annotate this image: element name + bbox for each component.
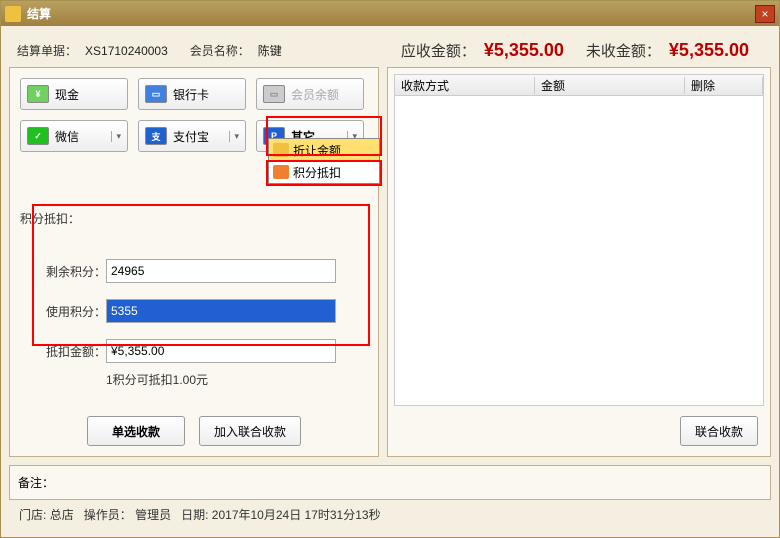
- pay-alipay-button[interactable]: 支支付宝 ▾: [138, 120, 246, 152]
- status-bar: 门店: 总店 操作员： 管理员 日期: 2017年10月24日 17时31分13…: [9, 500, 771, 529]
- other-dropdown: 折让金额 积分抵扣: [268, 138, 380, 184]
- use-points-label: 使用积分：: [34, 303, 106, 320]
- deduct-amount-input[interactable]: [106, 339, 336, 363]
- store-label: 门店:: [19, 508, 46, 522]
- unpaid-label: 未收金额：: [586, 40, 661, 61]
- window-title: 结算: [27, 5, 755, 22]
- operator-value: 管理员: [135, 508, 171, 522]
- pay-wechat-label: 微信: [55, 128, 79, 145]
- unpaid-value: ¥5,355.00: [669, 40, 749, 61]
- single-collect-button[interactable]: 单选收款: [87, 416, 185, 446]
- header-row: 结算单据： XS1710240003 会员名称： 陈键 应收金额： ¥5,355…: [9, 34, 771, 67]
- due-value: ¥5,355.00: [484, 40, 564, 61]
- order-label: 结算单据：: [17, 42, 77, 59]
- titlebar: 结算 ×: [1, 1, 779, 26]
- cash-icon: ¥: [27, 85, 49, 103]
- pay-cash-button[interactable]: ¥ 现金: [20, 78, 128, 110]
- use-points-input[interactable]: [106, 299, 336, 323]
- chevron-down-icon[interactable]: ▾: [111, 131, 121, 142]
- chevron-down-icon[interactable]: ▾: [229, 131, 239, 142]
- balance-icon: ▭: [263, 85, 285, 103]
- store-value: 总店: [50, 508, 74, 522]
- deduct-amount-label: 抵扣金额：: [34, 343, 106, 360]
- payments-table-header: 收款方式 金额 删除: [394, 74, 764, 96]
- pay-card-button[interactable]: ▭ 银行卡: [138, 78, 246, 110]
- dropdown-points[interactable]: 积分抵扣: [269, 161, 379, 183]
- col-amount: 金额: [535, 77, 685, 94]
- card-icon: ▭: [145, 85, 167, 103]
- date-value: 2017年10月24日 17时31分13秒: [212, 508, 381, 522]
- add-joint-button[interactable]: 加入联合收款: [199, 416, 301, 446]
- pay-balance-button[interactable]: ▭ 会员余额: [256, 78, 364, 110]
- remark-row: 备注：: [9, 465, 771, 500]
- points-icon: [273, 165, 289, 179]
- app-icon: [5, 6, 21, 22]
- remain-points-label: 剩余积分：: [34, 263, 106, 280]
- alipay-icon: 支: [145, 127, 167, 145]
- operator-label: 操作员：: [84, 508, 132, 522]
- left-panel: ¥现金 ▭银行卡 ▭会员余额 ✓微信▾ 支支付宝▾ P其它▾ 折让金额 积分抵扣…: [9, 67, 379, 457]
- dropdown-points-label: 积分抵扣: [293, 164, 341, 181]
- dropdown-discount-label: 折让金额: [293, 142, 341, 159]
- order-value: XS1710240003: [85, 44, 168, 58]
- date-label: 日期:: [181, 508, 208, 522]
- pay-card-label: 银行卡: [173, 86, 209, 103]
- col-method: 收款方式: [395, 77, 535, 94]
- due-label: 应收金额：: [401, 40, 476, 61]
- discount-icon: [273, 143, 289, 157]
- points-hint: 1积分可抵扣1.00元: [106, 371, 368, 388]
- pay-balance-label: 会员余额: [291, 86, 339, 103]
- wechat-icon: ✓: [27, 127, 49, 145]
- points-section-title: 积分抵扣：: [20, 210, 368, 227]
- close-button[interactable]: ×: [755, 5, 775, 23]
- member-label: 会员名称：: [190, 42, 250, 59]
- combined-collect-button[interactable]: 联合收款: [680, 416, 758, 446]
- pay-alipay-label: 支付宝: [173, 128, 209, 145]
- remain-points-input[interactable]: [106, 259, 336, 283]
- right-panel: 收款方式 金额 删除 联合收款: [387, 67, 771, 457]
- payments-table-body: [394, 96, 764, 406]
- member-value: 陈键: [258, 42, 282, 59]
- remark-label: 备注：: [18, 476, 54, 490]
- pay-wechat-button[interactable]: ✓ 微信 ▾: [20, 120, 128, 152]
- col-delete: 删除: [685, 77, 763, 94]
- dropdown-discount[interactable]: 折让金额: [269, 139, 379, 161]
- pay-cash-label: 现金: [55, 86, 79, 103]
